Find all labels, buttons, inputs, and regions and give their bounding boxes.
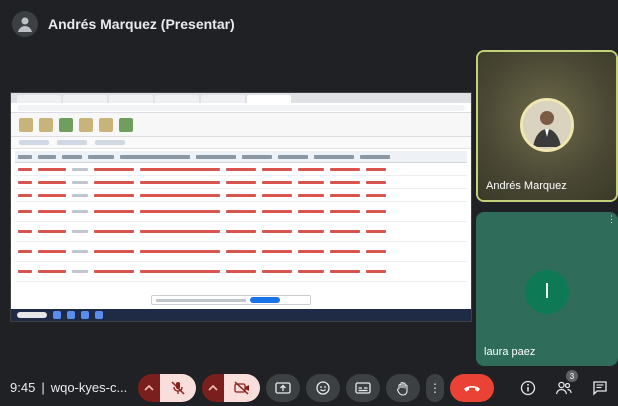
meet-window: Andrés Marquez (Presentar) Andrés Marque… [0, 0, 618, 406]
camera-off-icon [234, 381, 250, 395]
people-button[interactable]: 3 [552, 370, 578, 400]
side-panel-controls: 3 [516, 370, 612, 400]
present-icon [275, 381, 291, 395]
camera-options-chevron-icon[interactable] [202, 374, 224, 402]
meeting-info: 9:45 | wqo-kyes-c... [10, 380, 127, 395]
meeting-separator: | [41, 380, 45, 395]
end-call-icon [462, 383, 482, 393]
screen-share-banner [151, 295, 311, 305]
end-call-button[interactable] [450, 374, 494, 402]
meeting-time: 9:45 [10, 380, 36, 395]
emoji-icon [316, 381, 330, 395]
present-button[interactable] [266, 374, 300, 402]
participant-tile-laura[interactable]: ⋮ l laura paez [476, 212, 618, 366]
call-controls: ⋮ [138, 374, 494, 402]
info-button[interactable] [516, 376, 540, 400]
presenter-avatar-icon [12, 11, 38, 37]
chat-icon [592, 380, 608, 396]
mic-off-button[interactable] [160, 374, 196, 402]
more-options-button[interactable]: ⋮ [426, 374, 444, 402]
emoji-button[interactable] [306, 374, 340, 402]
screen-table [11, 149, 471, 284]
raise-hand-icon [396, 381, 410, 396]
meeting-code: wqo-kyes-c... [50, 380, 128, 395]
camera-off-button[interactable] [224, 374, 260, 402]
raise-hand-button[interactable] [386, 374, 420, 402]
captions-button[interactable] [346, 374, 380, 402]
screen-ribbon [11, 113, 471, 137]
participant-initial-avatar: l [525, 270, 569, 314]
captions-icon [355, 382, 371, 394]
presenter-label: Andrés Marquez (Presentar) [48, 16, 235, 32]
info-icon [520, 380, 536, 396]
screen-address-bar [11, 103, 471, 113]
people-count-badge: 3 [566, 370, 578, 382]
participant-tile-andres[interactable]: Andrés Marquez [476, 50, 618, 202]
presenter-header: Andrés Marquez (Presentar) [12, 6, 235, 42]
screen-taskbar [11, 309, 471, 321]
screen-browser-tabs [11, 93, 471, 103]
more-options-icon: ⋮ [429, 381, 441, 395]
chat-button[interactable] [588, 376, 612, 400]
participant-name: laura paez [484, 346, 536, 358]
screen-toolbar [11, 137, 471, 149]
control-bar: 9:45 | wqo-kyes-c... ⋮ 3 [0, 370, 618, 406]
participant-avatar [520, 98, 574, 152]
people-icon [555, 380, 573, 396]
mic-options-chevron-icon[interactable] [138, 374, 160, 402]
shared-screen [10, 92, 472, 322]
mic-off-icon [171, 381, 185, 395]
tile-more-icon[interactable]: ⋮ [607, 214, 616, 225]
participant-name: Andrés Marquez [486, 180, 567, 192]
